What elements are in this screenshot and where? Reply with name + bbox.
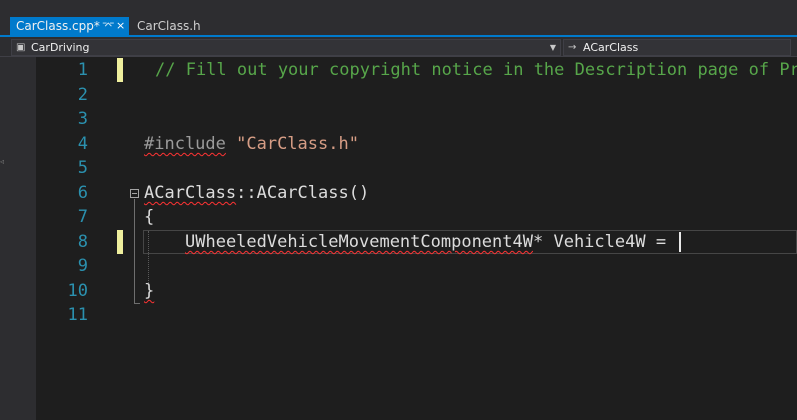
code-line-comment: // Fill out your copyright notice in the… (155, 60, 797, 80)
left-sidebar: ◃ (0, 57, 36, 420)
include-keyword: #include (144, 134, 226, 154)
change-margin-marker (117, 230, 123, 254)
project-dropdown[interactable]: ▣ CarDriving ▼ (11, 39, 561, 56)
sidebar-marker-icon: ◃ (0, 157, 5, 166)
code-line-open-brace: { (144, 207, 155, 227)
code-line-include: #include "CarClass.h" (144, 132, 359, 156)
close-icon[interactable]: × (116, 17, 125, 35)
text-caret (679, 232, 681, 252)
code-line-constructor: ACarClass::ACarClass() (144, 181, 369, 205)
line-number: 2 (77, 85, 88, 105)
constructor-rest: ::ACarClass() (236, 183, 370, 203)
constructor-class: ACarClass (144, 183, 237, 203)
fold-line-end (134, 303, 140, 304)
project-icon: ▣ (16, 42, 26, 53)
code-line-declaration: UWheeledVehicleMovementComponent4W* Vehi… (185, 230, 666, 254)
declaration-type: UWheeledVehicleMovementComponent4W (185, 232, 533, 252)
member-label: ACarClass (583, 41, 639, 54)
line-number: 7 (77, 207, 88, 227)
tab-label: CarClass.h (137, 19, 201, 33)
project-label: CarDriving (31, 41, 90, 54)
tab-carclass-cpp[interactable]: CarClass.cpp* ⌤ × (10, 17, 129, 35)
collapse-toggle[interactable] (130, 189, 139, 198)
line-number: 1 (77, 60, 88, 80)
line-number: 4 (77, 134, 88, 154)
member-icon: → (568, 42, 577, 53)
line-number: 11 (67, 305, 88, 325)
title-strip (0, 0, 797, 8)
line-number: 3 (77, 109, 88, 129)
member-dropdown[interactable]: → ACarClass (563, 39, 791, 56)
change-margin-marker (117, 58, 123, 82)
tab-carclass-h[interactable]: CarClass.h (131, 17, 201, 35)
line-number: 10 (67, 281, 88, 301)
navigation-bar: ▣ CarDriving ▼ → ACarClass (0, 37, 797, 57)
line-number: 8 (77, 232, 88, 252)
title-strip-text (4, 0, 7, 5)
fold-line (134, 199, 135, 304)
code-line-close-brace: } (144, 281, 155, 301)
line-number: 6 (77, 183, 88, 203)
pin-icon[interactable]: ⌤ (102, 17, 115, 35)
tab-label: CarClass.cpp* (16, 19, 100, 33)
line-number: 5 (77, 158, 88, 178)
line-number: 9 (77, 256, 88, 276)
include-string: "CarClass.h" (225, 134, 359, 154)
indent-guide (148, 231, 149, 285)
chevron-down-icon: ▼ (549, 43, 556, 52)
declaration-rest: * Vehicle4W = (533, 232, 667, 252)
tab-bar: CarClass.cpp* ⌤ × CarClass.h (0, 8, 797, 35)
